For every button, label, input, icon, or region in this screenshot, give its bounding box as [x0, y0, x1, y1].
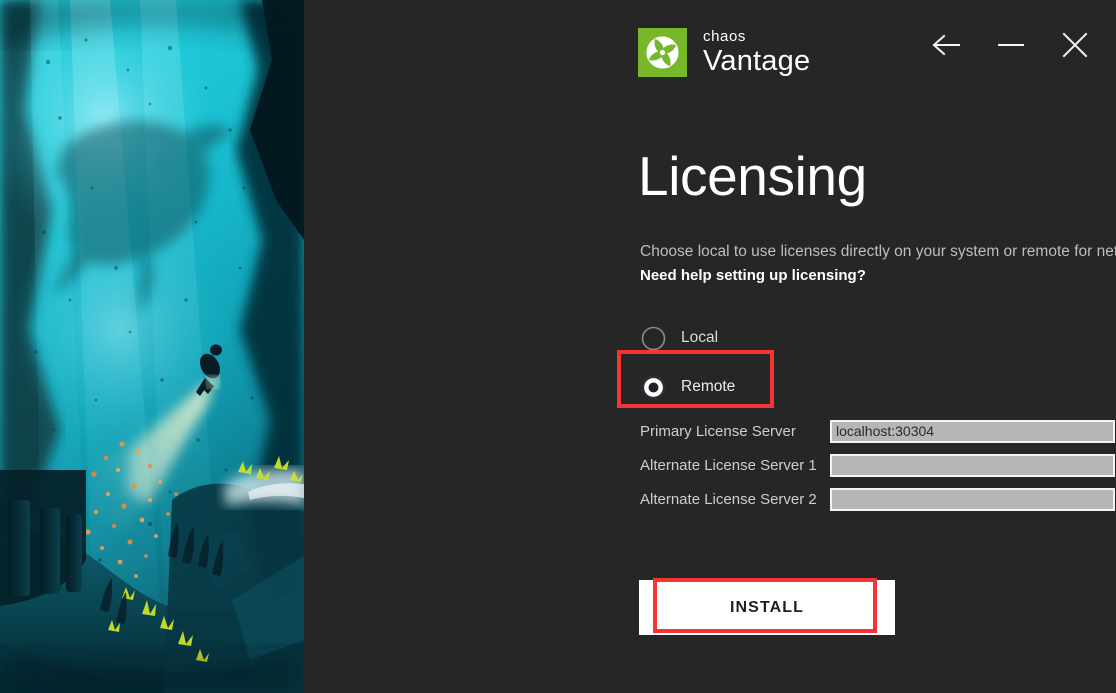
installer-window: chaos Vantage Licensing Choose local to …: [0, 0, 1116, 693]
brand-product: Vantage: [703, 45, 811, 77]
licensing-help-link[interactable]: Need help setting up licensing?: [640, 265, 866, 288]
window-controls: [932, 30, 1090, 60]
brand-lockup: chaos Vantage: [638, 28, 810, 77]
radio-selected-icon: [641, 374, 666, 400]
hero-image-panel: [0, 0, 304, 693]
installer-content-panel: chaos Vantage Licensing Choose local to …: [304, 0, 1116, 693]
radio-label-remote: Remote: [681, 378, 736, 395]
cross-icon: [1062, 32, 1088, 58]
chaos-pinwheel-logo-icon: [638, 28, 687, 77]
brand-company: chaos: [703, 28, 747, 45]
radio-option-local[interactable]: Local: [640, 316, 840, 360]
alternate-license-server-2-input[interactable]: [830, 487, 1115, 511]
install-button[interactable]: INSTALL: [639, 580, 895, 635]
primary-license-server-input[interactable]: [830, 419, 1115, 443]
minus-icon: [998, 44, 1024, 46]
arrow-left-icon: [932, 34, 960, 56]
alternate-license-server-1-input[interactable]: [830, 453, 1115, 477]
close-button[interactable]: [1060, 30, 1090, 60]
underwater-hero-illustration: [0, 0, 304, 693]
field-row-alt1: Alternate License Server 1: [640, 453, 1115, 477]
field-row-alt2: Alternate License Server 2: [640, 487, 1115, 511]
field-label-alt2: Alternate License Server 2: [640, 490, 817, 508]
brand-text: chaos Vantage: [703, 29, 810, 76]
minimize-button[interactable]: [996, 30, 1026, 60]
radio-unselected-icon: [641, 326, 666, 350]
field-label-primary: Primary License Server: [640, 422, 796, 440]
license-server-fields: Primary License Server Alternate License…: [640, 419, 1115, 511]
page-description: Choose local to use licenses directly on…: [640, 243, 1116, 260]
license-mode-radio-group: Local Remote: [640, 316, 840, 409]
field-label-alt1: Alternate License Server 1: [640, 456, 817, 474]
radio-label-local: Local: [681, 329, 719, 346]
field-row-primary: Primary License Server: [640, 419, 1115, 443]
back-button[interactable]: [932, 30, 962, 60]
radio-option-remote[interactable]: Remote: [640, 365, 840, 409]
page-title: Licensing: [638, 145, 867, 207]
